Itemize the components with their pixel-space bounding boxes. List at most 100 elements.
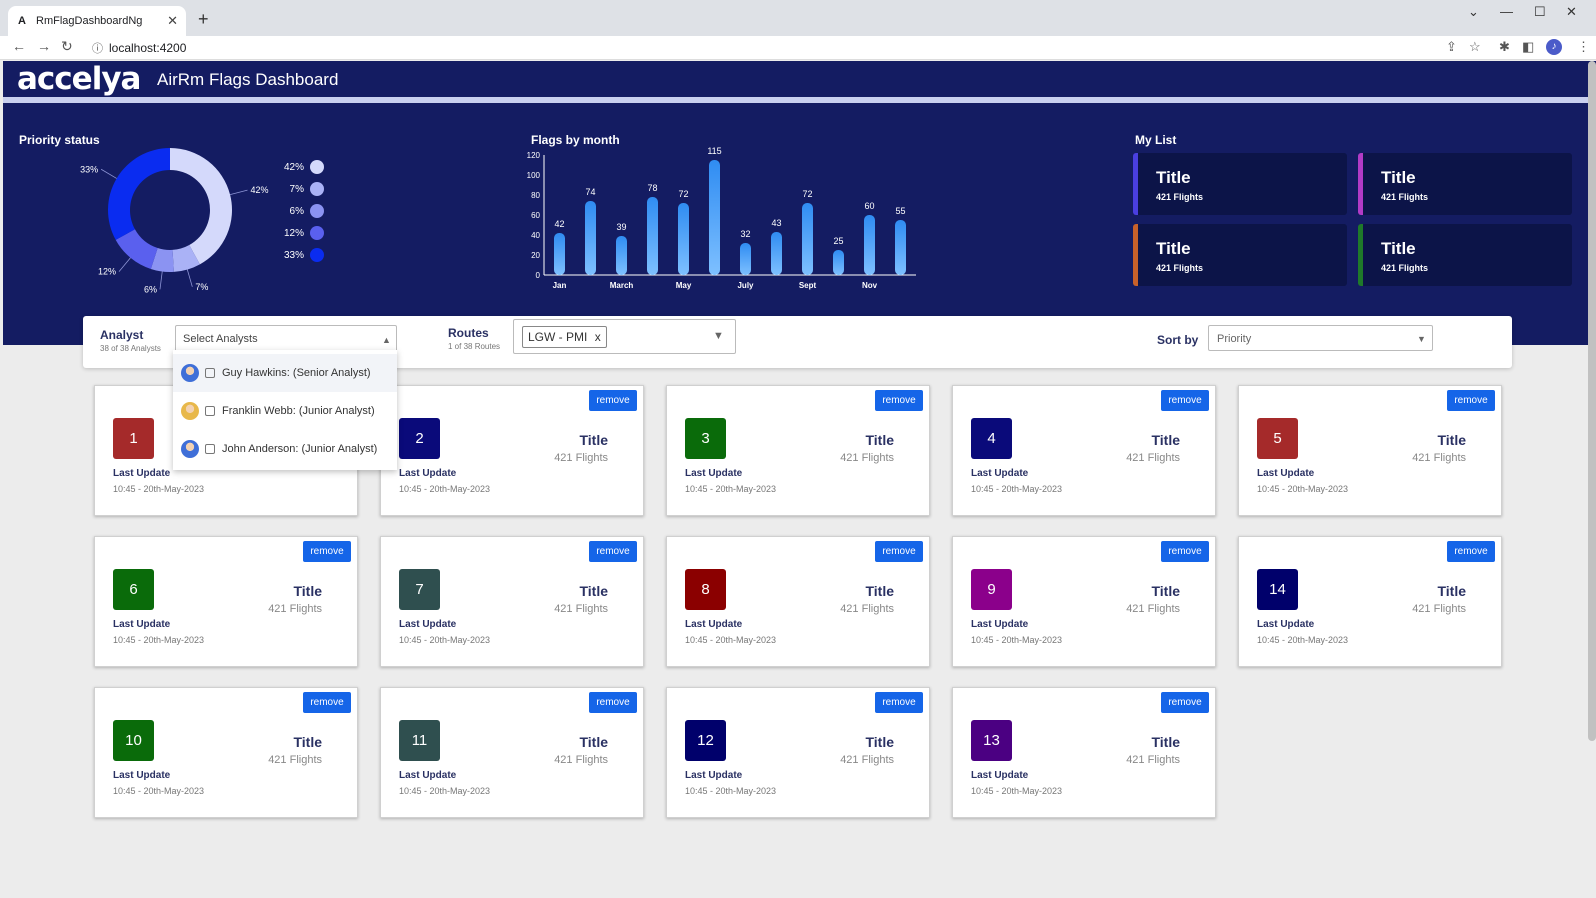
my-list-card-flights: 421 Flights — [1381, 263, 1429, 273]
flag-card-title: Title — [1151, 734, 1180, 750]
flag-card[interactable]: remove 7 Title 421 Flights Last Update 10:45 … — [380, 536, 644, 667]
route-chip-label: LGW - PMI — [528, 330, 588, 344]
remove-button[interactable]: remove — [875, 541, 923, 562]
flag-card[interactable]: remove 9 Title 421 Flights Last Update 10:45 … — [952, 536, 1216, 667]
route-chip-remove-icon[interactable]: x — [595, 330, 601, 344]
back-icon[interactable]: ← — [12, 38, 26, 54]
url-field[interactable]: ⓘ localhost:4200 — [92, 40, 186, 56]
analyst-option[interactable]: John Anderson: (Junior Analyst) — [173, 430, 397, 468]
donut-slice-4[interactable] — [108, 148, 170, 240]
analyst-option[interactable]: Guy Hawkins: (Senior Analyst) — [173, 354, 397, 392]
flag-card-flights: 421 Flights — [554, 603, 608, 615]
last-update-label: Last Update — [113, 770, 171, 781]
bar-value-label: 42 — [554, 219, 564, 229]
remove-button[interactable]: remove — [875, 390, 923, 411]
remove-button[interactable]: remove — [303, 541, 351, 562]
bar-Oct[interactable] — [833, 250, 844, 275]
bar-Jun[interactable] — [709, 160, 720, 275]
last-update-timestamp: 10:45 - 20th-May-2023 — [113, 786, 205, 796]
bar-value-label: 55 — [895, 206, 905, 216]
remove-button[interactable]: remove — [1161, 692, 1209, 713]
flag-card[interactable]: remove 10 Title 421 Flights Last Update 10:45… — [94, 687, 358, 818]
analyst-checkbox[interactable] — [205, 444, 215, 454]
sort-by-select[interactable]: Priority ▼ — [1208, 325, 1433, 351]
flag-card[interactable]: remove 11 Title 421 Flights Last Update 10:45… — [380, 687, 644, 818]
close-window-icon[interactable]: ✕ — [1566, 4, 1577, 20]
my-list-card[interactable]: Title 421 Flights — [1358, 153, 1572, 215]
bar-Aug[interactable] — [771, 232, 782, 275]
remove-button[interactable]: remove — [589, 692, 637, 713]
flag-card[interactable]: remove 5 Title 421 Flights Last Update 10:45 … — [1238, 385, 1502, 516]
browser-tab[interactable]: A RmFlagDashboardNg ✕ — [8, 6, 186, 36]
browser-menu-icon[interactable]: ⋮ — [1577, 39, 1590, 55]
flag-card[interactable]: remove 3 Title 421 Flights Last Update 10:45 … — [666, 385, 930, 516]
flag-card-title: Title — [1151, 432, 1180, 448]
bar-Feb[interactable] — [585, 201, 596, 275]
last-update-timestamp: 10:45 - 20th-May-2023 — [971, 786, 1063, 796]
priority-donut-chart: 42% 7% 6% 12% 33% — [80, 148, 269, 294]
bookmark-star-icon[interactable]: ☆ — [1469, 39, 1481, 55]
last-update-timestamp: 10:45 - 20th-May-2023 — [399, 786, 491, 796]
extensions-icon[interactable]: ✱ — [1499, 39, 1510, 55]
analyst-checkbox[interactable] — [205, 368, 215, 378]
flag-card-title: Title — [865, 432, 894, 448]
flag-card[interactable]: remove 12 Title 421 Flights Last Update 10:45… — [666, 687, 930, 818]
remove-button[interactable]: remove — [589, 390, 637, 411]
flag-card[interactable]: remove 8 Title 421 Flights Last Update 10:45 … — [666, 536, 930, 667]
share-icon[interactable]: ⇪ — [1446, 39, 1457, 55]
flag-card[interactable]: remove 6 Title 421 Flights Last Update 10:45 … — [94, 536, 358, 667]
side-panel-icon[interactable]: ◧ — [1522, 39, 1534, 55]
forward-icon[interactable]: → — [37, 38, 51, 54]
my-list-card[interactable]: Title 421 Flights — [1133, 224, 1347, 286]
url-text: localhost:4200 — [109, 41, 187, 55]
flag-card[interactable]: remove 2 Title 421 Flights Last Update 10:45 … — [380, 385, 644, 516]
last-update-label: Last Update — [399, 770, 457, 781]
bar-Dec[interactable] — [895, 220, 906, 275]
bar-value-label: 43 — [771, 218, 781, 228]
flag-card-flights: 421 Flights — [1412, 452, 1466, 464]
my-list-card[interactable]: Title 421 Flights — [1133, 153, 1347, 215]
remove-button[interactable]: remove — [1161, 541, 1209, 562]
route-chip: LGW - PMI x — [522, 326, 607, 348]
reload-icon[interactable]: ↻ — [61, 38, 73, 55]
bar-Sept[interactable] — [802, 203, 813, 275]
minimize-icon[interactable]: — — [1500, 4, 1513, 19]
new-tab-button[interactable]: + — [198, 9, 209, 30]
x-tick-label: Jan — [553, 281, 567, 290]
bar-Jan[interactable] — [554, 233, 565, 275]
analyst-select[interactable]: Select Analysts ▲ — [175, 325, 397, 352]
remove-button[interactable]: remove — [1447, 541, 1495, 562]
flag-card[interactable]: remove 4 Title 421 Flights Last Update 10:45 … — [952, 385, 1216, 516]
profile-avatar-icon[interactable]: ♪ — [1546, 39, 1562, 55]
remove-button[interactable]: remove — [1447, 390, 1495, 411]
bar-May[interactable] — [678, 203, 689, 275]
tab-search-icon[interactable]: ⌄ — [1468, 4, 1479, 20]
bar-July[interactable] — [740, 243, 751, 275]
page-scrollbar[interactable] — [1588, 61, 1596, 741]
flag-card-flights: 421 Flights — [554, 754, 608, 766]
remove-button[interactable]: remove — [303, 692, 351, 713]
site-info-icon[interactable]: ⓘ — [92, 43, 103, 55]
chevron-up-icon[interactable]: ▲ — [382, 335, 391, 345]
chevron-down-icon[interactable]: ▼ — [713, 330, 724, 342]
flag-card[interactable]: remove 14 Title 421 Flights Last Update 10:45… — [1238, 536, 1502, 667]
bar-Nov[interactable] — [864, 215, 875, 275]
my-list-card[interactable]: Title 421 Flights — [1358, 224, 1572, 286]
bar-value-label: 60 — [864, 201, 874, 211]
bar-Apr[interactable] — [647, 197, 658, 275]
donut-slice-0[interactable] — [170, 148, 232, 265]
analyst-option[interactable]: Franklin Webb: (Junior Analyst) — [173, 392, 397, 430]
analyst-checkbox[interactable] — [205, 406, 215, 416]
tab-close-icon[interactable]: ✕ — [167, 13, 178, 29]
remove-button[interactable]: remove — [875, 692, 923, 713]
my-list-card-title: Title — [1156, 168, 1191, 187]
donut-slice-label: 6% — [144, 284, 157, 294]
y-tick-label: 40 — [531, 231, 540, 240]
remove-button[interactable]: remove — [1161, 390, 1209, 411]
maximize-icon[interactable]: ☐ — [1534, 4, 1546, 20]
routes-select[interactable]: LGW - PMI x ▼ — [513, 319, 736, 354]
bar-March[interactable] — [616, 236, 627, 275]
chevron-down-icon[interactable]: ▼ — [1417, 334, 1426, 344]
remove-button[interactable]: remove — [589, 541, 637, 562]
flag-card[interactable]: remove 13 Title 421 Flights Last Update 10:45… — [952, 687, 1216, 818]
